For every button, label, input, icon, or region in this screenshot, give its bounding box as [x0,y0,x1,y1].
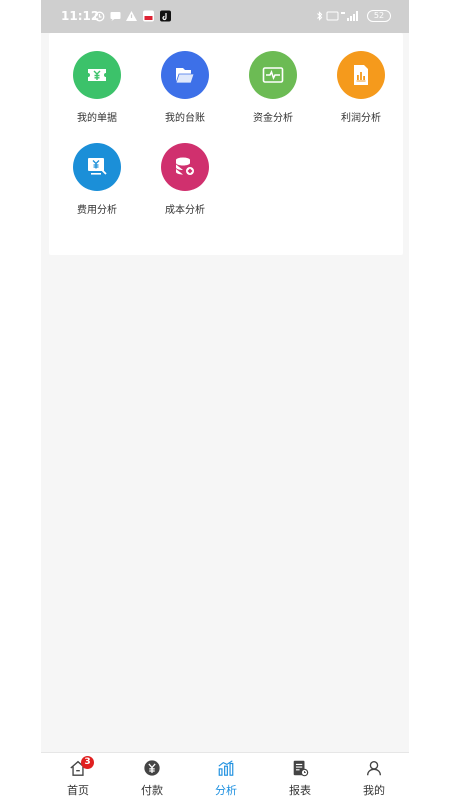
screen-yen-icon [88,158,107,175]
menu-item-cost-analysis[interactable]: 成本分析 [141,143,229,233]
tab-label: 分析 [215,784,237,797]
menu-item-expense-analysis[interactable]: 费用分析 [53,143,141,233]
battery-level: 52 [373,11,385,20]
app-notify-icon [143,10,154,22]
menu-icon-circle [161,143,209,191]
menu-item-my-ledger[interactable]: 我的台账 [141,51,229,141]
tab-home[interactable]: 3 首页 [41,753,115,800]
menu-item-label: 利润分析 [341,113,381,124]
menu-icon-circle [73,143,121,191]
menu-icon-circle [337,51,385,99]
signal-icon [341,11,358,21]
tiktok-icon [160,10,171,22]
tab-payment[interactable]: 付款 [115,753,189,800]
bluetooth-icon [317,11,323,21]
hd-icon [326,11,339,21]
menu-item-profit-analysis[interactable]: 利润分析 [317,51,405,141]
tab-label: 报表 [289,784,311,797]
coin-stack-icon [176,157,195,176]
battery-icon: 52 [367,10,391,22]
tab-label: 首页 [67,784,89,797]
menu-item-label: 费用分析 [77,205,117,216]
tab-mine[interactable]: 我的 [337,753,409,800]
ticket-yen-icon [88,69,106,81]
menu-item-label: 我的台账 [165,113,205,124]
tab-analysis[interactable]: 分析 [189,753,263,800]
folder-icon [175,68,195,84]
pulse-monitor-icon [262,67,284,83]
tab-label: 付款 [141,784,163,797]
tab-reports[interactable]: 报表 [263,753,337,800]
alarm-icon [94,11,105,22]
warning-icon [126,11,137,21]
bar-chart-icon [218,760,234,776]
menu-item-label: 我的单据 [77,113,117,124]
message-icon [110,12,121,21]
notification-badge: 3 [81,756,94,769]
user-icon [367,761,381,776]
menu-card: 我的单据 我的台账 资金分析 利润分析 费用分析 成本分析 [49,33,403,255]
app-screen: 11:12 52 我的单据 我的台账 资金分析 利润分析 费用分析 成本分析 3… [41,0,409,800]
report-icon [293,760,309,777]
report-chart-icon [354,65,368,85]
tab-label: 我的 [363,784,385,797]
menu-item-label: 成本分析 [165,205,205,216]
bottom-tab-bar: 3 首页 付款 分析 报表 我的 [41,752,409,800]
menu-item-fund-analysis[interactable]: 资金分析 [229,51,317,141]
menu-icon-circle [161,51,209,99]
menu-icon-circle [249,51,297,99]
status-bar: 11:12 52 [41,0,409,33]
menu-item-label: 资金分析 [253,113,293,124]
menu-icon-circle [73,51,121,99]
menu-item-my-documents[interactable]: 我的单据 [53,51,141,141]
yen-coin-icon [144,760,160,776]
